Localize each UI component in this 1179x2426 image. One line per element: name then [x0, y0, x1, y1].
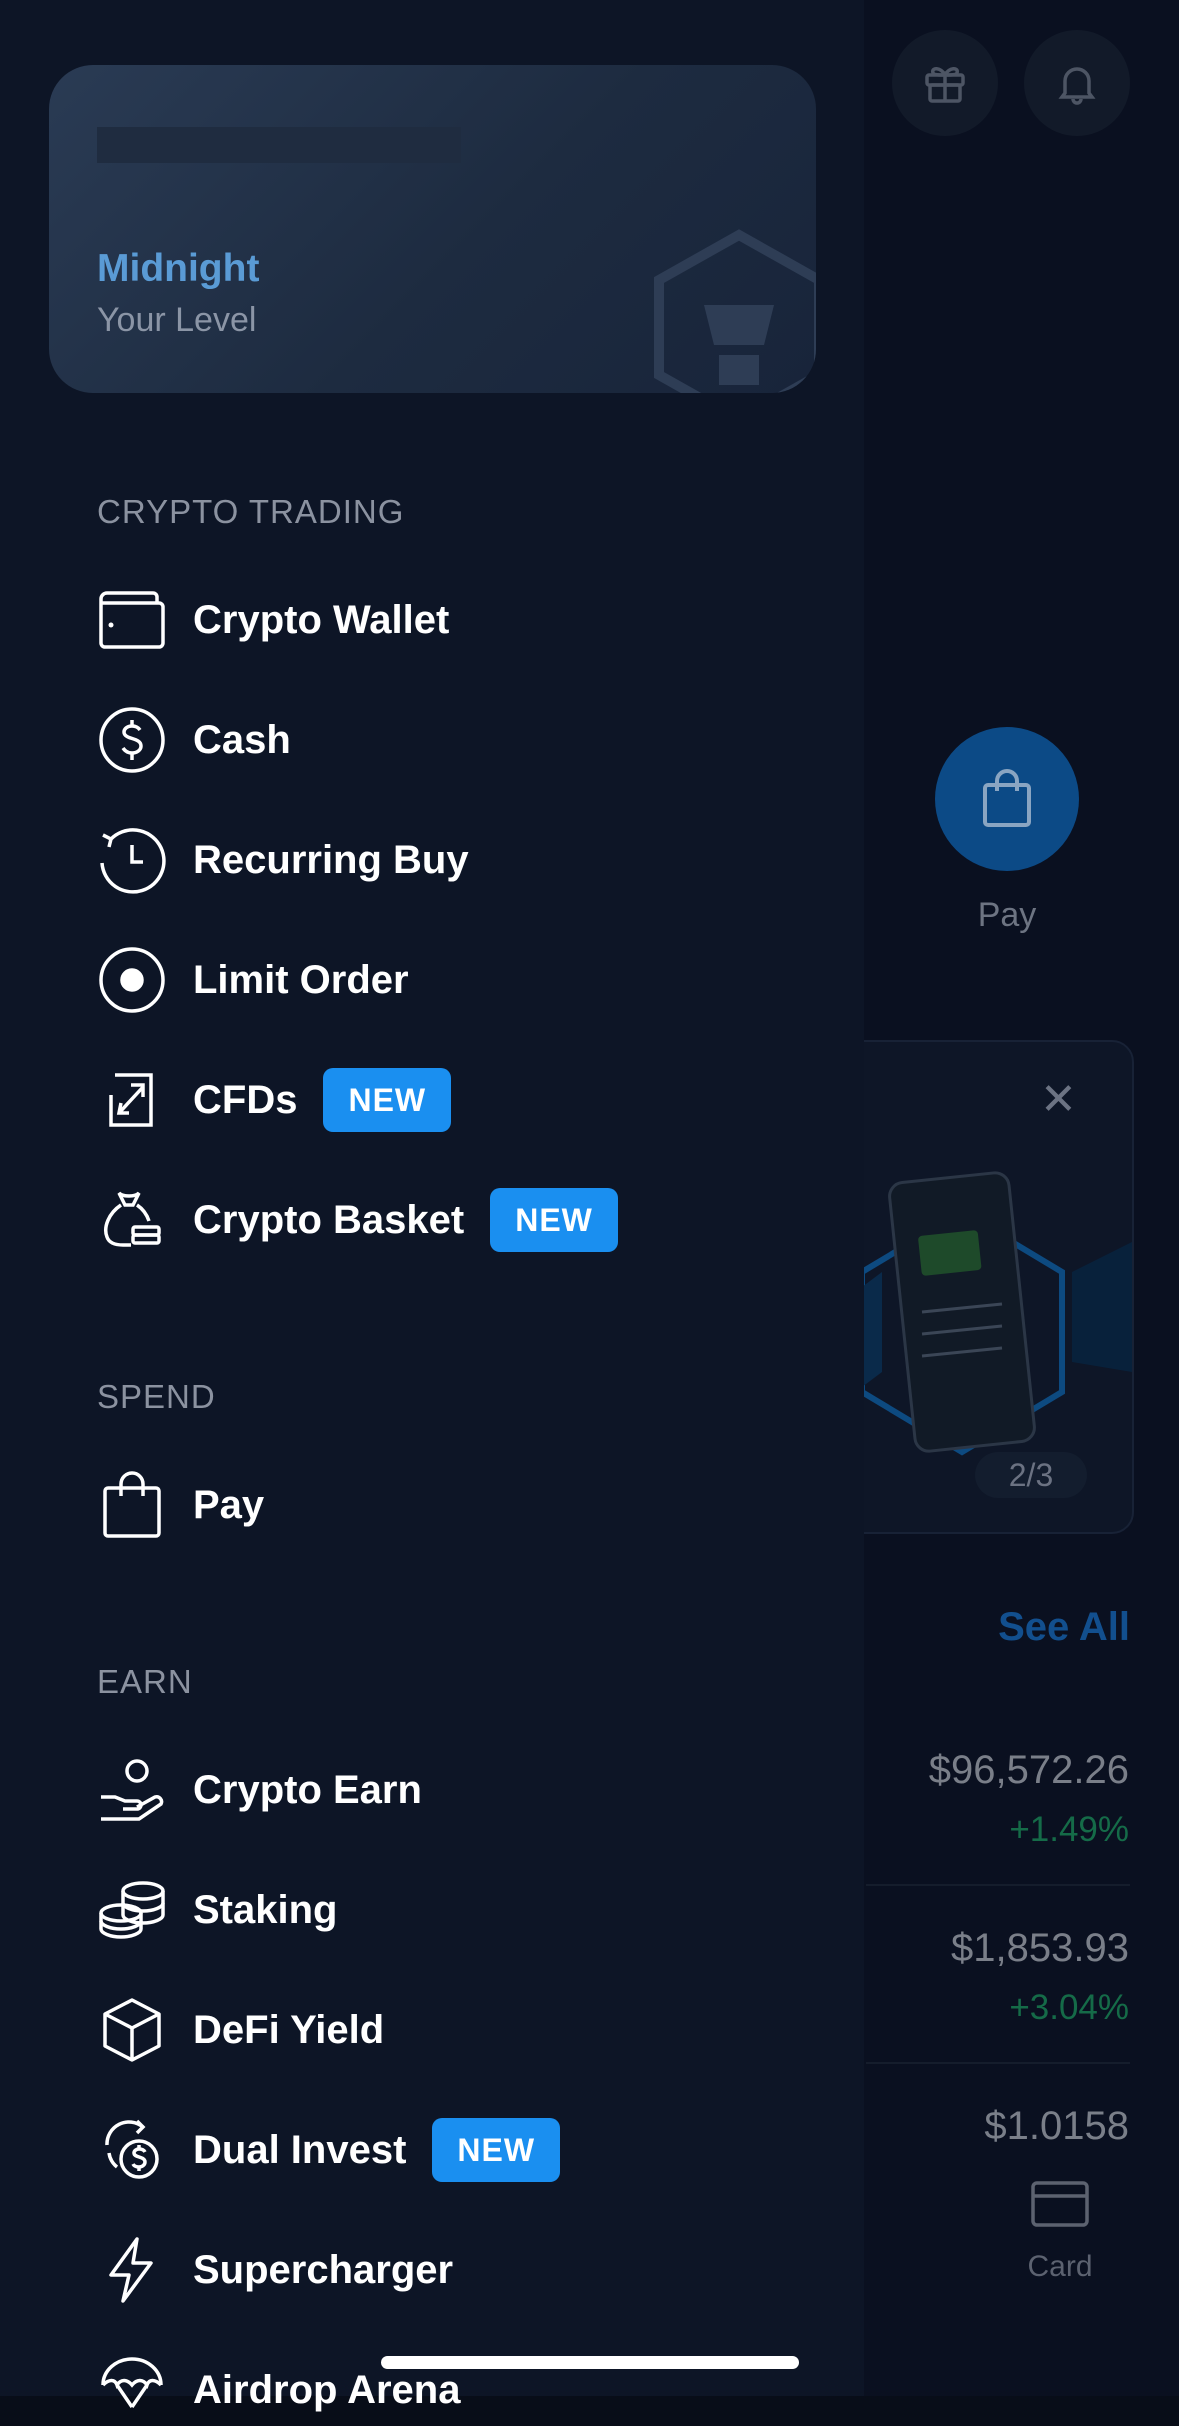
- level-card[interactable]: Midnight Your Level: [49, 65, 816, 393]
- new-badge: NEW: [490, 1188, 618, 1252]
- level-name: Midnight: [97, 247, 260, 290]
- redacted-username: [97, 127, 461, 163]
- menu-item-label: CFDs: [193, 1077, 298, 1122]
- cube-icon: [97, 1995, 167, 2065]
- price-change: +3.04%: [1009, 1988, 1129, 2027]
- recurring-clock-icon: [97, 825, 167, 895]
- menu-item-label: Recurring Buy: [193, 837, 469, 882]
- bottom-nav-card-label[interactable]: Card: [1015, 2250, 1105, 2284]
- price-value: $1,853.93: [951, 1926, 1129, 1970]
- airdrop-icon: [97, 2355, 167, 2425]
- promo-close-icon[interactable]: ✕: [1040, 1078, 1077, 1122]
- menu-item-crypto-earn[interactable]: Crypto Earn: [97, 1754, 422, 1826]
- menu-item-label: Crypto Earn: [193, 1767, 422, 1812]
- menu-item-cfds[interactable]: CFDs NEW: [97, 1064, 452, 1136]
- menu-item-supercharger[interactable]: Supercharger: [97, 2234, 453, 2306]
- price-value: $96,572.26: [928, 1748, 1129, 1792]
- card-icon[interactable]: [1030, 2180, 1090, 2228]
- section-spend: SPEND: [97, 1378, 216, 1415]
- notifications-button[interactable]: [1024, 30, 1130, 136]
- shopping-bag-icon: [975, 767, 1039, 831]
- coin-stack-icon: [97, 1875, 167, 1945]
- menu-item-staking[interactable]: Staking: [97, 1874, 337, 1946]
- new-badge: NEW: [323, 1068, 452, 1132]
- promo-page-counter: 2/3: [975, 1452, 1087, 1498]
- row-divider: [866, 1884, 1130, 1886]
- price-value: $1.0158: [984, 2104, 1129, 2148]
- side-drawer: Midnight Your Level CRYPTO TRADING Crypt…: [0, 0, 864, 2412]
- dollar-circle-icon: [97, 705, 167, 775]
- home-indicator[interactable]: [381, 2356, 799, 2369]
- menu-item-limit-order[interactable]: Limit Order: [97, 944, 409, 1016]
- menu-item-label: Airdrop Arena: [193, 2367, 461, 2412]
- bell-icon: [1053, 59, 1101, 107]
- menu-item-label: Pay: [193, 1482, 265, 1527]
- menu-item-crypto-basket[interactable]: Crypto Basket NEW: [97, 1184, 618, 1256]
- row-divider: [866, 2062, 1130, 2064]
- pay-shortcut-label: Pay: [977, 896, 1037, 934]
- wallet-icon: [97, 585, 167, 655]
- lion-shield-icon: [649, 225, 816, 393]
- see-all-link[interactable]: See All: [960, 1605, 1130, 1650]
- lightning-bolt-icon: [97, 2235, 167, 2305]
- cfd-arrows-icon: [97, 1065, 167, 1135]
- pay-shortcut-button[interactable]: [935, 727, 1079, 871]
- menu-item-crypto-wallet[interactable]: Crypto Wallet: [97, 584, 449, 656]
- level-subtitle: Your Level: [97, 301, 257, 339]
- menu-item-defi-yield[interactable]: DeFi Yield: [97, 1994, 384, 2066]
- target-icon: [97, 945, 167, 1015]
- menu-item-label: Dual Invest: [193, 2127, 407, 2172]
- menu-item-label: Limit Order: [193, 957, 409, 1002]
- money-bag-icon: [97, 1185, 167, 1255]
- menu-item-label: Staking: [193, 1887, 338, 1932]
- menu-item-label: Crypto Wallet: [193, 597, 450, 642]
- dual-currency-icon: [97, 2115, 167, 2185]
- hand-coin-icon: [97, 1755, 167, 1825]
- shopping-bag-icon: [97, 1470, 167, 1540]
- section-crypto-trading: CRYPTO TRADING: [97, 493, 405, 530]
- menu-item-label: Supercharger: [193, 2247, 454, 2292]
- menu-item-label: DeFi Yield: [193, 2007, 385, 2052]
- section-earn: EARN: [97, 1663, 193, 1700]
- price-change: +1.49%: [1009, 1810, 1129, 1849]
- menu-item-cash[interactable]: Cash: [97, 704, 291, 776]
- menu-item-pay[interactable]: Pay: [97, 1469, 264, 1541]
- menu-item-label: Cash: [193, 717, 291, 762]
- gift-button[interactable]: [892, 30, 998, 136]
- new-badge: NEW: [432, 2118, 561, 2182]
- menu-item-recurring-buy[interactable]: Recurring Buy: [97, 824, 469, 896]
- menu-item-label: Crypto Basket: [193, 1197, 465, 1242]
- menu-item-dual-invest[interactable]: Dual Invest NEW: [97, 2114, 561, 2186]
- gift-icon: [921, 59, 969, 107]
